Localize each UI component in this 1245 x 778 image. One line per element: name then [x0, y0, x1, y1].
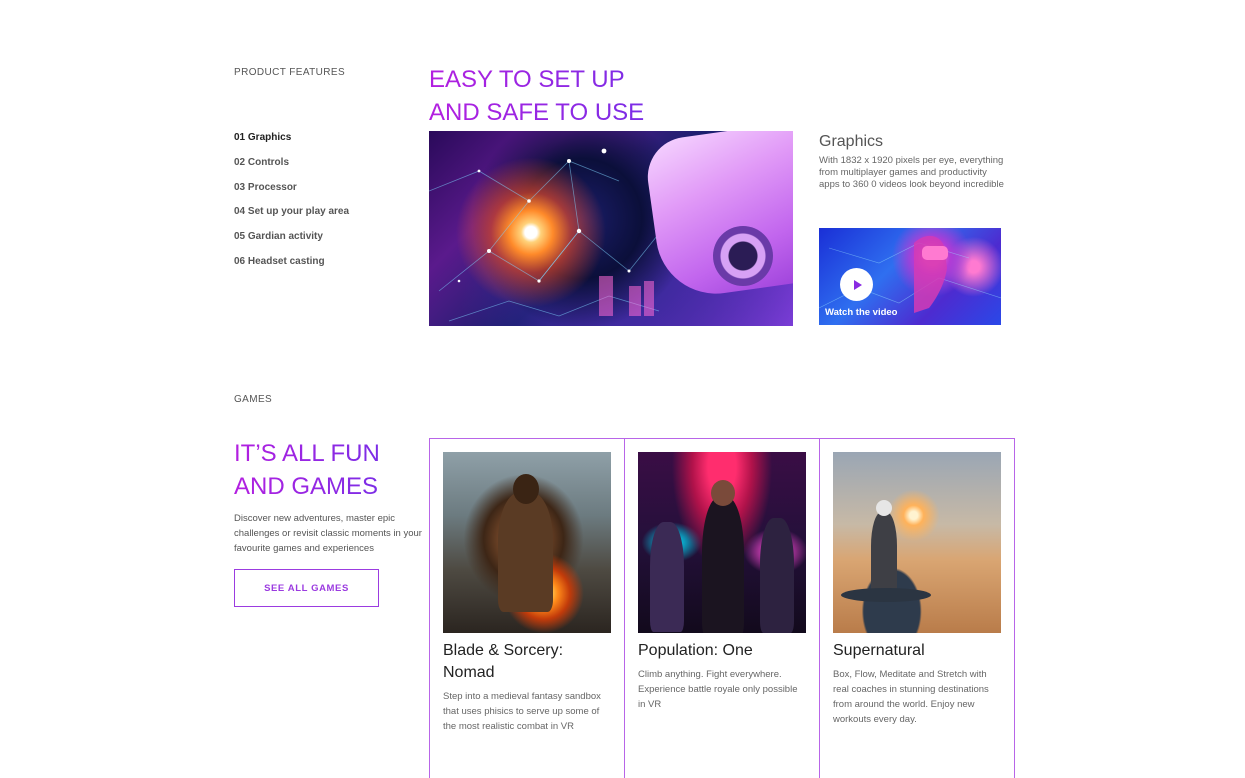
feature-detail-description: With 1832 x 1920 pixels per eye, everyth… [819, 155, 1004, 190]
feature-list: 01 Graphics 02 Controls 03 Processor 04 … [234, 131, 349, 280]
games-heading: IT’S ALL FUN AND GAMES [234, 437, 380, 503]
games-description: Discover new adventures, master epic cha… [234, 513, 422, 554]
game-title: Supernatural [833, 642, 925, 659]
game-image-supernatural [833, 452, 1001, 633]
feature-item-gardian-activity[interactable]: 05 Gardian activity [234, 230, 349, 255]
vr-lens-graphic [713, 226, 773, 286]
games-heading-line2: AND GAMES [234, 473, 379, 500]
game-description: Step into a medieval fantasy sandbox tha… [443, 691, 601, 732]
feature-item-controls[interactable]: 02 Controls [234, 156, 349, 181]
features-section-label: PRODUCT FEATURES [234, 67, 346, 78]
feature-item-headset-casting[interactable]: 06 Headset casting [234, 255, 349, 280]
feature-item-play-area[interactable]: 04 Set up your play area [234, 205, 349, 230]
game-description: Box, Flow, Meditate and Stretch with rea… [833, 669, 989, 725]
play-icon[interactable] [840, 268, 873, 301]
features-heading: EASY TO SET UP AND SAFE TO USE [429, 63, 644, 129]
game-card-supernatural[interactable]: Supernatural Box, Flow, Meditate and Str… [819, 438, 1015, 778]
feature-hero-image [429, 131, 793, 326]
feature-item-processor[interactable]: 03 Processor [234, 181, 349, 206]
features-heading-line1: EASY TO SET UP [429, 66, 625, 93]
game-image-blade-sorcery [443, 452, 611, 633]
feature-item-graphics[interactable]: 01 Graphics [234, 131, 349, 156]
see-all-games-button[interactable]: SEE ALL GAMES [234, 569, 379, 607]
features-heading-line2: AND SAFE TO USE [429, 99, 645, 126]
game-card-population-one[interactable]: Population: One Climb anything. Fight ev… [624, 438, 820, 778]
game-title: Blade & Sorcery: Nomad [443, 642, 564, 681]
games-section-label: GAMES [234, 394, 273, 405]
feature-detail-title: Graphics [819, 133, 884, 150]
game-card-blade-sorcery[interactable]: Blade & Sorcery: Nomad Step into a medie… [429, 438, 625, 778]
watch-video-button[interactable]: Watch the video [819, 228, 1001, 325]
game-image-population-one [638, 452, 806, 633]
watch-video-label: Watch the video [825, 307, 898, 318]
game-title: Population: One [638, 642, 753, 659]
game-description: Climb anything. Fight everywhere. Experi… [638, 669, 798, 710]
games-heading-line1: IT’S ALL FUN [234, 440, 380, 467]
